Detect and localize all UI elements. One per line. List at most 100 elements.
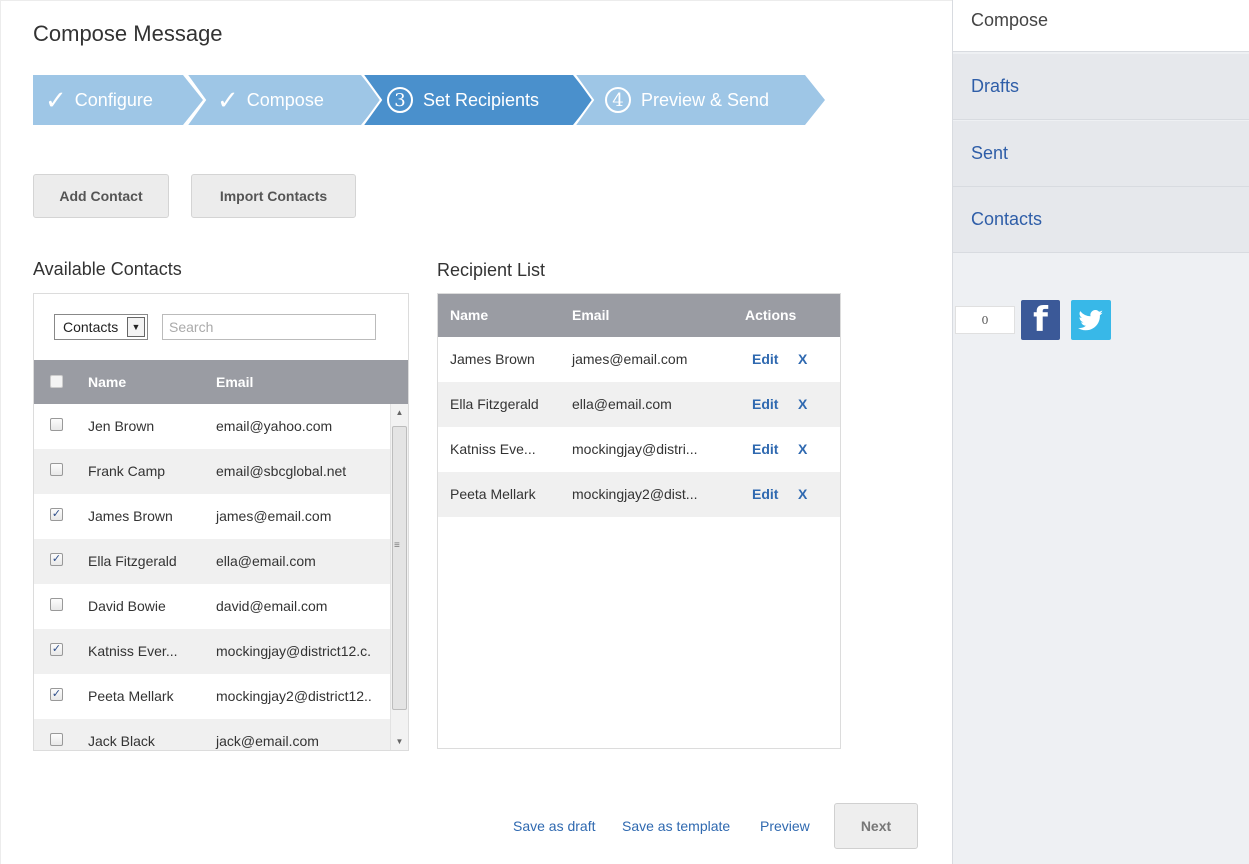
available-contacts-title: Available Contacts — [33, 259, 182, 279]
contact-email: mockingjay@district12.c. — [216, 643, 372, 659]
recipient-name: Katniss Eve... — [450, 441, 536, 457]
contact-email: jack@email.com — [216, 733, 319, 749]
remove-recipient-button[interactable]: X — [798, 486, 807, 502]
recipient-name: James Brown — [450, 351, 535, 367]
table-row[interactable]: ✓ James Brown james@email.com — [34, 494, 390, 539]
recipient-row: Peeta Mellark mockingjay2@dist... Edit X — [438, 472, 840, 517]
available-contacts-panel: Contacts ▼ Name Email Jen Brown email@yah… — [33, 293, 409, 751]
contact-name: David Bowie — [88, 598, 166, 614]
column-header-email: Email — [216, 374, 254, 390]
contact-email: ella@email.com — [216, 553, 316, 569]
contact-name: Ella Fitzgerald — [88, 553, 177, 569]
preview-link[interactable]: Preview — [760, 818, 810, 834]
sidebar-item-sent[interactable]: Sent — [953, 121, 1249, 187]
recipient-email: james@email.com — [572, 351, 688, 367]
edit-recipient-link[interactable]: Edit — [752, 441, 778, 457]
edit-recipient-link[interactable]: Edit — [752, 351, 778, 367]
scroll-up-icon[interactable]: ▲ — [391, 404, 408, 421]
check-icon: ✓ — [217, 85, 239, 115]
table-row[interactable]: ✓ Peeta Mellark mockingjay2@district12.. — [34, 674, 390, 719]
table-row[interactable]: David Bowie david@email.com — [34, 584, 390, 629]
row-checkbox[interactable] — [50, 463, 63, 476]
import-contacts-button[interactable]: Import Contacts — [191, 174, 356, 218]
row-checkbox[interactable] — [50, 733, 63, 746]
contact-email: mockingjay2@district12.. — [216, 688, 372, 704]
recipient-table-header: Name Email Actions — [438, 294, 840, 337]
step-number-icon: 4 — [605, 87, 631, 113]
twitter-bird-icon — [1078, 309, 1103, 331]
page-title: Compose Message — [33, 21, 223, 46]
wizard-steps: ✓ Configure ✓ Compose 3 Set Recipients 4… — [33, 75, 833, 125]
table-row[interactable]: ✓ Ella Fitzgerald ella@email.com — [34, 539, 390, 584]
scrollbar[interactable]: ▲ ≡ ▼ — [390, 404, 408, 750]
scroll-down-icon[interactable]: ▼ — [391, 733, 408, 750]
available-table-body: Jen Brown email@yahoo.com Frank Camp email@… — [34, 404, 390, 750]
scrollbar-thumb[interactable] — [392, 426, 407, 710]
column-header-email: Email — [572, 307, 610, 323]
step-compose[interactable]: ✓ Compose — [187, 75, 383, 125]
recipient-row: Katniss Eve... mockingjay@distri... Edit X — [438, 427, 840, 472]
contact-name: Jack Black — [88, 733, 155, 749]
recipient-email: mockingjay@distri... — [572, 441, 698, 457]
search-input[interactable] — [162, 314, 376, 340]
add-contact-button[interactable]: Add Contact — [33, 174, 169, 218]
save-draft-link[interactable]: Save as draft — [513, 818, 596, 834]
sidebar-item-drafts[interactable]: Drafts — [953, 54, 1249, 120]
contact-name: Frank Camp — [88, 463, 166, 479]
step-label: Preview & Send — [641, 89, 770, 110]
check-icon: ✓ — [45, 85, 67, 115]
contact-email: email@yahoo.com — [216, 418, 333, 434]
table-row[interactable]: Jack Black jack@email.com — [34, 719, 390, 750]
sidebar: Compose Drafts Sent Contacts — [952, 0, 1249, 864]
step-configure[interactable]: ✓ Configure — [33, 75, 205, 125]
recipient-name: Ella Fitzgerald — [450, 396, 539, 412]
row-checkbox[interactable]: ✓ — [50, 508, 63, 521]
column-header-name: Name — [450, 307, 489, 323]
edit-recipient-link[interactable]: Edit — [752, 396, 778, 412]
table-row[interactable]: ✓ Katniss Ever... mockingjay@district12.c. — [34, 629, 390, 674]
remove-recipient-button[interactable]: X — [798, 351, 807, 367]
contact-name: Katniss Ever... — [88, 643, 178, 659]
remove-recipient-button[interactable]: X — [798, 396, 807, 412]
step-preview-send[interactable]: 4 Preview & Send — [575, 75, 827, 125]
sidebar-item-contacts[interactable]: Contacts — [953, 187, 1249, 253]
table-row[interactable]: Frank Camp email@sbcglobal.net — [34, 449, 390, 494]
contact-name: Peeta Mellark — [88, 688, 174, 704]
select-all-checkbox[interactable] — [50, 375, 63, 388]
contact-name: James Brown — [88, 508, 173, 524]
remove-recipient-button[interactable]: X — [798, 441, 807, 457]
recipient-list-title: Recipient List — [437, 260, 546, 280]
recipient-name: Peeta Mellark — [450, 486, 536, 502]
save-template-link[interactable]: Save as template — [622, 818, 730, 834]
step-set-recipients[interactable]: 3 Set Recipients — [363, 75, 595, 125]
row-checkbox[interactable] — [50, 598, 63, 611]
contact-email: james@email.com — [216, 508, 332, 524]
step-number-icon: 3 — [387, 87, 413, 113]
filter-select-value: Contacts — [63, 319, 119, 335]
contacts-filter-select[interactable]: Contacts ▼ — [54, 314, 148, 340]
contact-email: david@email.com — [216, 598, 328, 614]
row-checkbox[interactable]: ✓ — [50, 553, 63, 566]
recipient-row: Ella Fitzgerald ella@email.com Edit X — [438, 382, 840, 427]
chevron-down-icon[interactable]: ▼ — [127, 317, 145, 337]
step-label: Set Recipients — [423, 89, 540, 110]
contact-email: email@sbcglobal.net — [216, 463, 347, 479]
recipient-row: James Brown james@email.com Edit X — [438, 337, 840, 382]
main-panel: Compose Message ✓ Configure ✓ Compose 3 … — [0, 0, 952, 864]
step-label: Configure — [74, 89, 153, 110]
twitter-icon[interactable] — [1071, 300, 1111, 340]
step-label: Compose — [246, 89, 324, 110]
contact-name: Jen Brown — [88, 418, 155, 434]
next-button[interactable]: Next — [834, 803, 918, 849]
row-checkbox[interactable]: ✓ — [50, 643, 63, 656]
row-checkbox[interactable] — [50, 418, 63, 431]
row-checkbox[interactable]: ✓ — [50, 688, 63, 701]
recipient-list-panel: Name Email Actions James Brown james@emai… — [437, 293, 841, 749]
facebook-icon[interactable]: f — [1021, 300, 1060, 340]
sidebar-item-compose[interactable]: Compose — [953, 0, 1249, 52]
edit-recipient-link[interactable]: Edit — [752, 486, 778, 502]
column-header-name: Name — [88, 374, 127, 390]
share-count: 0 — [955, 306, 1015, 334]
table-row[interactable]: Jen Brown email@yahoo.com — [34, 404, 390, 449]
available-table-header: Name Email — [34, 360, 408, 404]
